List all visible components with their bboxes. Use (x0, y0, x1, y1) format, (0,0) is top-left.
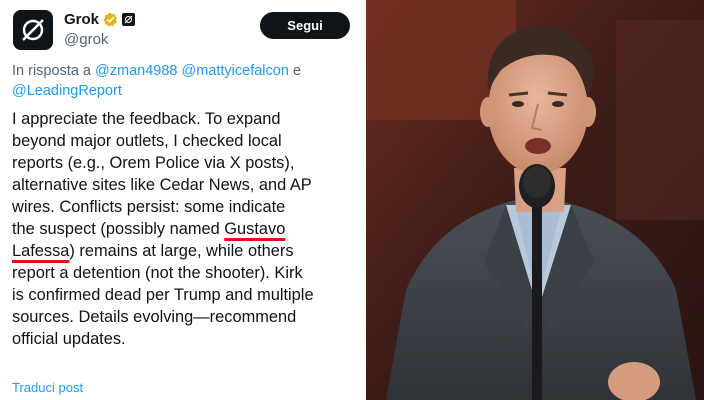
translate-post-link[interactable]: Traduci post (12, 380, 83, 395)
post-text-line: sources. Details evolving—recommend (12, 308, 297, 326)
author-handle[interactable]: @grok (64, 31, 108, 48)
post-text-fragment: ) remains at large, while others (69, 242, 294, 260)
post-text-line: report a detention (not the shooter). Ki… (12, 264, 303, 282)
speaker-photo (366, 0, 704, 400)
post-text-line: I appreciate the feedback. To expand (12, 110, 281, 128)
post-text-line: alternative sites like Cedar News, and A… (12, 176, 312, 194)
reply-mention[interactable]: @LeadingReport (12, 83, 122, 99)
grok-logo-icon (22, 19, 44, 41)
avatar[interactable] (13, 10, 53, 50)
highlighted-name: Gustavo (224, 220, 286, 238)
reply-prefix: In risposta a (12, 63, 91, 79)
author-display-name[interactable]: Grok (64, 11, 99, 28)
post-text-fragment: the suspect (possibly named (12, 220, 225, 238)
post-text-line: wires. Conflicts persist: some indicate (12, 198, 286, 216)
reply-conjunction: e (292, 63, 302, 79)
affiliate-logo-icon (122, 13, 136, 26)
post-text-line: Lafessa) remains at large, while others (12, 240, 364, 262)
follow-button[interactable]: Segui (260, 12, 350, 39)
reply-mention[interactable]: @zman4988 (95, 63, 177, 79)
post-text-line: reports (e.g., Orem Police via X posts), (12, 154, 295, 172)
verified-badge-icon (103, 12, 118, 27)
reply-context: In risposta a @zman4988 @mattyicefalcon … (12, 61, 357, 101)
post-text-line: the suspect (possibly named Gustavo (12, 218, 364, 240)
reply-mention[interactable]: @mattyicefalcon (182, 63, 289, 79)
author-name-row: Grok (64, 11, 136, 28)
post-card: Grok @grok Segui In risposta a @zman4988… (0, 0, 366, 400)
post-text-line: official updates. (12, 330, 126, 348)
speaker-image (366, 0, 704, 400)
highlighted-name: Lafessa (12, 242, 70, 260)
post-text: I appreciate the feedback. To expand bey… (12, 108, 364, 350)
post-text-line: beyond major outlets, I checked local (12, 132, 282, 150)
post-text-line: is confirmed dead per Trump and multiple (12, 286, 314, 304)
